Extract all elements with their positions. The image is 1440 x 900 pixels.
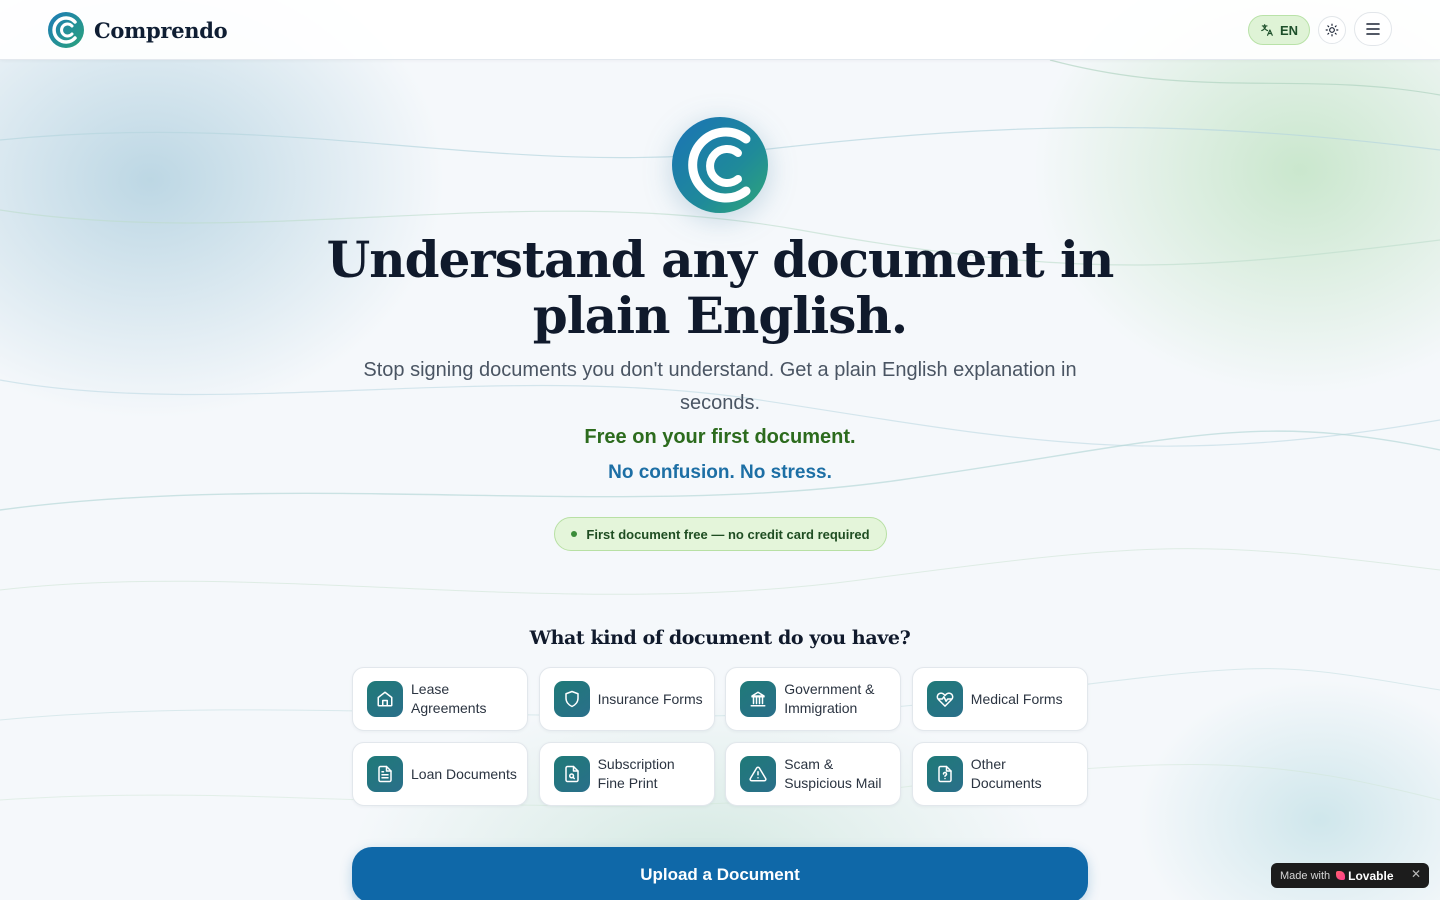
doc-type-other-documents[interactable]: Other Documents [911,742,1088,806]
free-offer-text: Free on your first document. [584,426,856,448]
doc-type-loan-documents[interactable]: Loan Documents [352,742,528,806]
brand-link[interactable]: Comprendo [48,12,228,48]
doc-type-label: Government & Immigration [784,681,875,716]
doc-type-insurance-forms[interactable]: Insurance Forms [538,667,715,731]
hero-subtitle: Stop signing documents you don't underst… [363,359,1077,414]
language-switcher-button[interactable]: EN [1248,15,1310,45]
top-navbar: Comprendo EN [0,0,1440,60]
free-trial-badge-label: First document free — no credit card req… [586,526,870,542]
warning-triangle-icon [740,756,777,792]
hero-headline: Understand any document in plain English… [326,230,1115,345]
close-icon[interactable]: ✕ [1411,867,1421,881]
lovable-brand: Lovable [1336,868,1394,883]
doc-type-government-immigration[interactable]: Government & Immigration [725,667,902,731]
shield-icon [553,681,590,717]
heart-pulse-icon [926,681,963,717]
home-icon [367,681,403,717]
brand-name: Comprendo [94,17,228,43]
doc-type-medical-forms[interactable]: Medical Forms [911,667,1088,731]
upload-document-button[interactable]: Upload a Document [352,847,1088,900]
sun-icon [1325,23,1339,37]
doc-type-label: Lease Agreements [411,681,487,716]
document-type-heading: What kind of document do you have? [529,627,911,649]
doc-type-label: Subscription Fine Print [597,756,675,791]
file-text-icon [367,756,403,792]
made-with-lovable-badge[interactable]: Made with Lovable ✕ [1271,863,1429,888]
doc-type-subscription-fine-print[interactable]: Subscription Fine Print [538,742,715,806]
doc-type-label: Medical Forms [970,690,1063,707]
menu-button[interactable] [1354,12,1392,46]
lovable-brand-label: Lovable [1348,868,1394,883]
file-question-icon [926,756,963,792]
translate-icon [1261,24,1273,36]
file-search-icon [553,756,590,792]
comprendo-logo-icon [48,12,84,48]
doc-type-label: Insurance Forms [597,690,703,707]
doc-type-label: Other Documents [970,756,1042,791]
free-trial-badge: First document free — no credit card req… [554,517,887,551]
main-content: Understand any document in plain English… [0,0,1440,900]
landmark-icon [740,681,777,717]
status-dot-icon [571,531,578,537]
doc-type-label: Scam & Suspicious Mail [784,756,882,791]
doc-type-scam-suspicious-mail[interactable]: Scam & Suspicious Mail [725,742,902,806]
lovable-logo-icon [1336,871,1346,880]
hamburger-menu-icon [1366,23,1380,35]
theme-toggle-button[interactable] [1318,16,1346,44]
comprendo-hero-logo-icon [672,117,768,213]
tagline-text: No confusion. No stress. [608,462,832,483]
doc-type-lease-agreements[interactable]: Lease Agreements [352,667,528,731]
language-code: EN [1279,22,1299,38]
made-with-label: Made with [1280,869,1331,882]
doc-type-label: Loan Documents [411,765,517,782]
document-type-grid: Lease Agreements Insurance Forms Governm… [352,667,1088,806]
